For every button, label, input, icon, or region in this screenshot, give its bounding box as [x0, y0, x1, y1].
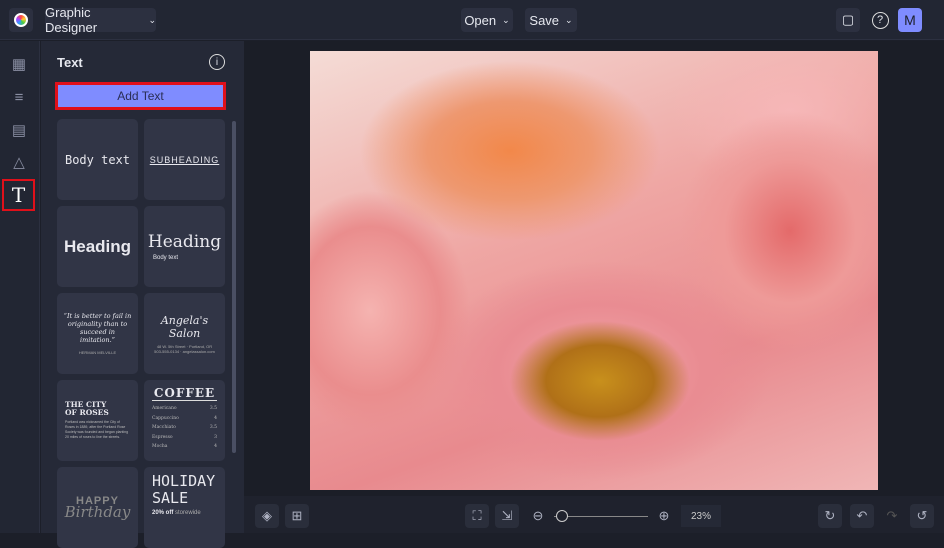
template-heading-serif[interactable]: Heading Body text [144, 206, 225, 287]
logo-icon [14, 13, 28, 27]
coffee-menu-item: Americano 3.5 [152, 404, 217, 414]
frames-tool-icon[interactable]: ▤ [8, 119, 30, 141]
actual-size-button[interactable]: ⇲ [495, 504, 519, 528]
expand-icon: ⛶ [472, 508, 482, 523]
app-switcher-dropdown[interactable]: Graphic Designer ⌄ [45, 5, 156, 35]
coffee-item-name: Espresso [152, 434, 173, 440]
coffee-item-price: 3 [214, 434, 217, 440]
template-salon[interactable]: Angela's Salon 48 W. 5th Street · Portlan… [144, 293, 225, 374]
bottom-toolbar: ◈ ⊞ ⛶ ⇲ ⊖ ⊕ 23% ↻ ↶ ↷ ↺ [244, 496, 944, 533]
open-button[interactable]: Open ⌄ [461, 8, 513, 32]
template-holiday-sale[interactable]: HOLIDAY SALE 20% off storewide [144, 467, 225, 548]
template-body-text[interactable]: Body text [57, 119, 138, 200]
text-panel: Text i Add Text Body text SUBHEADING Hea… [41, 41, 244, 548]
undo-button[interactable]: ↶ [850, 504, 874, 528]
template-coffee-menu[interactable]: COFFEE Americano 3.5 Cappuccino 4 Macchiato 3… [144, 380, 225, 461]
add-text-button[interactable]: Add Text [55, 82, 226, 110]
image-tool-icon[interactable]: ▦ [8, 53, 30, 75]
redo-button[interactable]: ↷ [880, 504, 904, 528]
zoom-out-button[interactable]: ⊖ [526, 504, 550, 528]
plus-circle-icon: ⊕ [658, 508, 670, 523]
grid-icon: ⊞ [291, 508, 303, 523]
zoom-percent[interactable]: 23% [681, 505, 721, 527]
info-icon[interactable]: i [209, 54, 225, 70]
template-happy-birthday[interactable]: HAPPY Birthday [57, 467, 138, 548]
adjust-tool-icon[interactable]: ≡ [8, 86, 30, 108]
template-heading-bold[interactable]: Heading [57, 206, 138, 287]
reset-button[interactable]: ↻ [818, 504, 842, 528]
undo-icon: ↶ [856, 508, 868, 523]
text-tool-button[interactable]: T [2, 179, 35, 211]
save-button[interactable]: Save ⌄ [525, 8, 577, 32]
history-button[interactable]: ↺ [910, 504, 934, 528]
coffee-item-price: 4 [214, 444, 217, 449]
coffee-item-price: 3.5 [209, 406, 217, 411]
help-button[interactable]: ? [868, 8, 892, 32]
flower-photo[interactable] [310, 51, 878, 490]
coffee-item-name: Cappuccino [152, 415, 179, 421]
comment-icon: ▢ [841, 12, 855, 27]
top-bar: Graphic Designer ⌄ Open ⌄ Save ⌄ ▢ ? M [0, 0, 944, 40]
chevron-down-icon: ⌄ [148, 14, 156, 25]
tool-rail: ▦ ≡ ▤ △ T [0, 41, 40, 533]
redo-icon: ↷ [886, 508, 898, 523]
coffee-item-name: Macchiato [152, 425, 176, 430]
refresh-icon: ↻ [824, 508, 836, 523]
layers-icon: ◈ [262, 508, 272, 523]
chevron-down-icon: ⌄ [565, 14, 573, 25]
minus-circle-icon: ⊖ [532, 508, 544, 523]
avatar[interactable]: M [898, 8, 922, 32]
comments-button[interactable]: ▢ [836, 8, 860, 32]
coffee-item-price: 3.5 [209, 425, 217, 430]
text-icon: T [11, 183, 26, 207]
zoom-slider-handle[interactable] [556, 510, 568, 522]
coffee-item-price: 4 [214, 415, 217, 421]
canvas-area [244, 41, 944, 496]
grid-button[interactable]: ⊞ [285, 504, 309, 528]
coffee-menu-item: Espresso 3 [152, 433, 217, 443]
coffee-item-name: Americano [152, 406, 177, 411]
template-subheading[interactable]: SUBHEADING [144, 119, 225, 200]
help-icon: ? [871, 11, 889, 29]
template-city-of-roses[interactable]: THE CITY OF ROSES Portland was nicknamed … [57, 380, 138, 461]
panel-title: Text [57, 55, 83, 70]
graphics-tool-icon[interactable]: △ [8, 151, 30, 173]
layers-button[interactable]: ◈ [255, 504, 279, 528]
app-logo[interactable] [9, 8, 33, 32]
zoom-slider[interactable] [554, 516, 648, 517]
fit-screen-button[interactable]: ⛶ [465, 504, 489, 528]
coffee-item-name: Mocha [152, 444, 168, 449]
scrollbar[interactable] [232, 121, 236, 453]
chevron-down-icon: ⌄ [502, 14, 510, 25]
coffee-menu-item: Cappuccino 4 [152, 414, 217, 424]
coffee-menu-item: Mocha 4 [152, 442, 217, 452]
coffee-menu-item: Macchiato 3.5 [152, 423, 217, 433]
template-quote[interactable]: “It is better to fail in originality tha… [57, 293, 138, 374]
history-icon: ↺ [916, 508, 928, 523]
zoom-in-button[interactable]: ⊕ [652, 504, 676, 528]
collapse-icon: ⇲ [501, 508, 513, 523]
